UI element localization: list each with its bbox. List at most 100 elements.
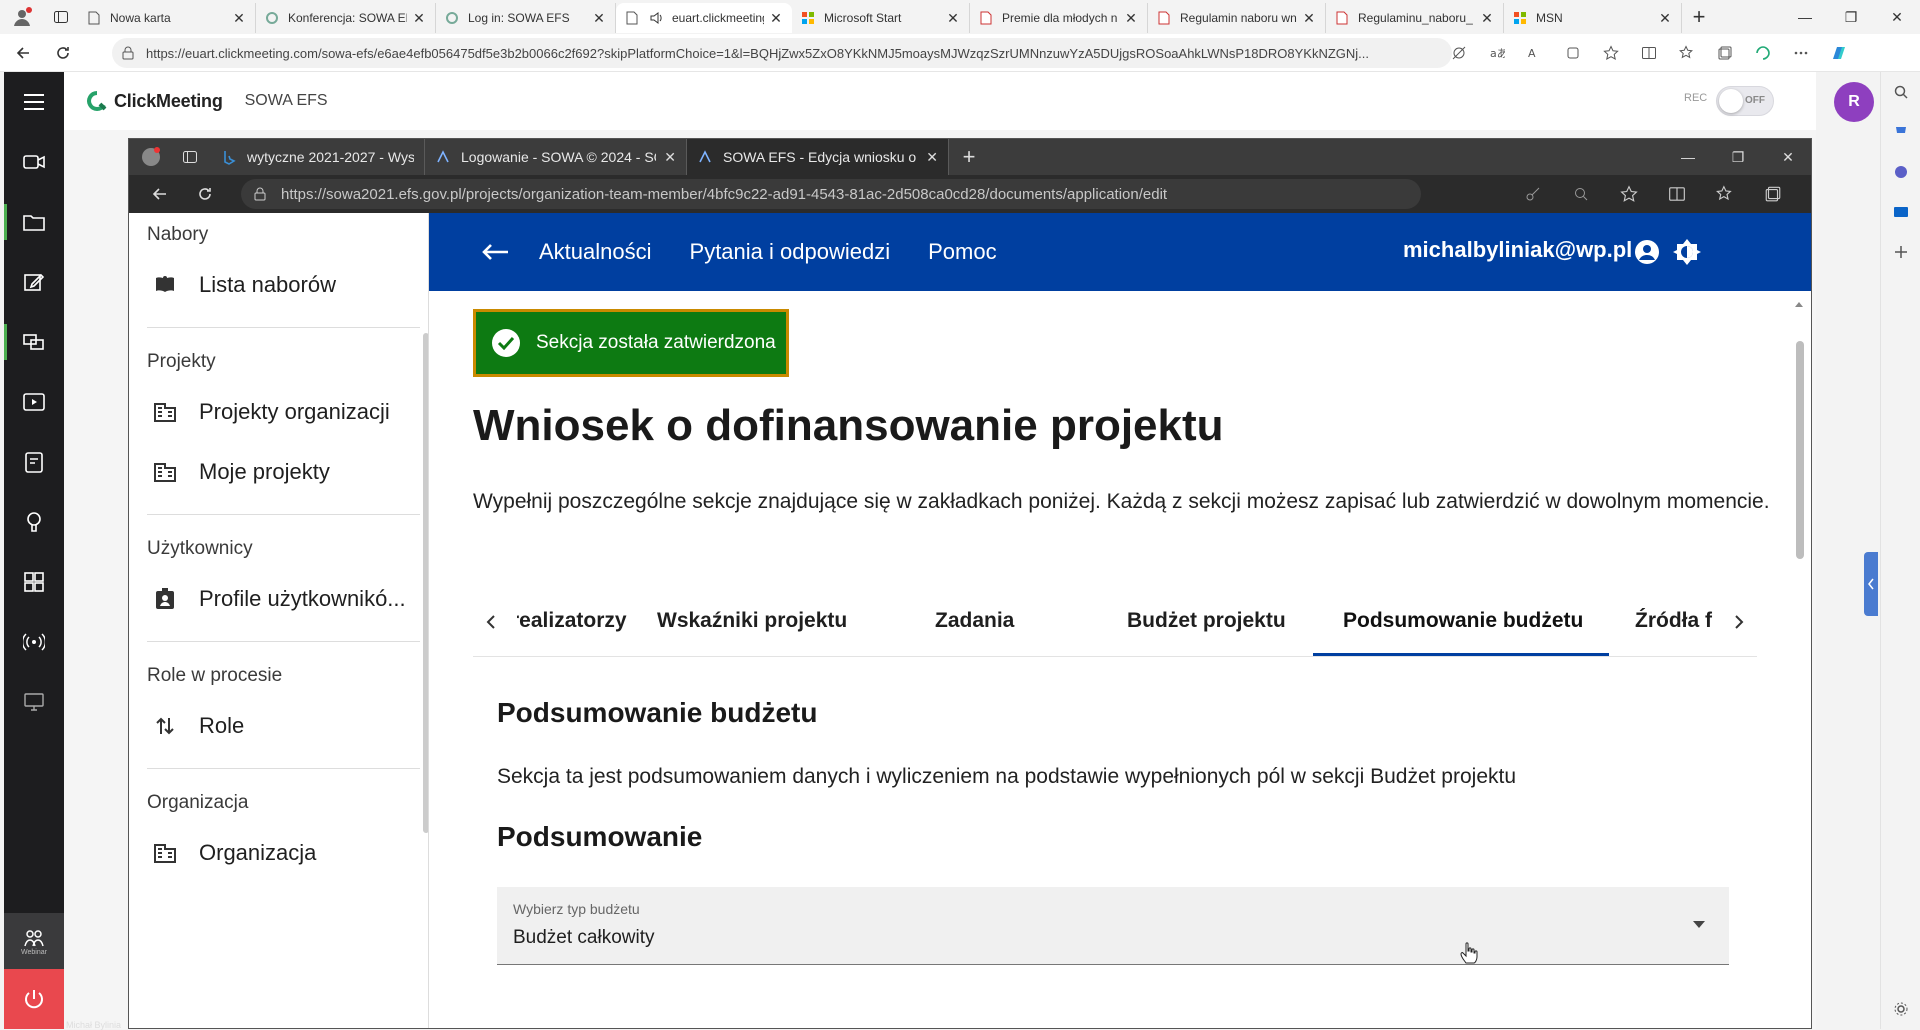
nav-pomoc[interactable]: Pomoc — [928, 239, 996, 265]
camera-icon[interactable] — [4, 132, 64, 192]
tab-realizatorzy[interactable]: realizatorzy — [517, 609, 627, 633]
sidebar-item-profile-uzytkownikow[interactable]: Profile użytkownikó... — [133, 569, 428, 629]
tools-icon[interactable] — [1881, 152, 1920, 192]
collections-icon[interactable] — [1706, 38, 1744, 68]
tab-budzet-projektu[interactable]: Budżet projektu — [1127, 609, 1286, 633]
lock-icon[interactable] — [122, 46, 134, 60]
shared-address-bar: https://sowa2021.efs.gov.pl/projects/org… — [129, 175, 1811, 213]
account-circle-icon[interactable] — [1633, 238, 1661, 266]
url-field[interactable]: https://euart.clickmeeting.com/sowa-efs/… — [112, 38, 1452, 68]
browser-essentials-icon[interactable] — [1744, 38, 1782, 68]
close-tab-icon[interactable]: ✕ — [1479, 10, 1495, 27]
browser-tab[interactable]: Regulaminu_naboru_ ✕ — [1326, 3, 1504, 33]
settings-gear-icon[interactable] — [1881, 989, 1920, 1029]
leave-power-button[interactable] — [4, 969, 64, 1029]
tab-podsumowanie-budzetu[interactable]: Podsumowanie budżetu — [1343, 609, 1583, 633]
close-tab-icon[interactable]: ✕ — [1657, 10, 1673, 27]
browser-tab[interactable]: Microsoft Start ✕ — [792, 3, 970, 33]
close-tab-icon[interactable]: ✕ — [591, 10, 607, 27]
sidebar-item-organizacja[interactable]: Organizacja — [133, 823, 428, 883]
files-icon[interactable] — [4, 192, 64, 252]
sidebar-item-lista-naborow[interactable]: Lista naborów — [133, 255, 428, 315]
recording-toggle[interactable]: OFF — [1716, 86, 1774, 116]
tab-zadania[interactable]: Zadania — [935, 609, 1014, 633]
favorite-star-icon[interactable] — [1592, 38, 1630, 68]
user-avatar[interactable]: R — [1834, 82, 1874, 122]
sidebar-item-label: Profile użytkownikó... — [199, 586, 406, 611]
sidebar-item-role[interactable]: Role — [133, 696, 428, 756]
back-icon[interactable] — [6, 36, 40, 70]
presentation-icon[interactable] — [4, 672, 64, 732]
main-scrollbar[interactable] — [1793, 299, 1805, 1019]
speaker-icon[interactable] — [648, 10, 664, 26]
webinar-mode-button[interactable]: Webinar — [4, 913, 64, 969]
back-arrow-icon[interactable] — [481, 242, 517, 262]
browser-tab[interactable]: MSN ✕ — [1504, 3, 1682, 33]
tab-wskazniki-projektu[interactable]: Wskaźniki projektu — [657, 609, 847, 633]
whiteboard-icon[interactable] — [4, 252, 64, 312]
restore-icon[interactable]: ❐ — [1828, 0, 1874, 34]
page-icon — [86, 10, 102, 26]
browser-tab[interactable]: Konferencja: SOWA EFS ✕ — [256, 3, 436, 33]
outlook-icon[interactable] — [1881, 192, 1920, 232]
menu-icon[interactable] — [4, 72, 64, 132]
translate-icon[interactable]: aあ — [1478, 38, 1516, 68]
browser-tab[interactable]: Nowa karta ✕ — [78, 3, 256, 33]
close-tab-icon[interactable]: ✕ — [231, 10, 247, 27]
minimize-icon[interactable]: — — [1782, 0, 1828, 34]
close-tab-icon[interactable]: ✕ — [1301, 10, 1317, 27]
shared-star-icon — [1605, 179, 1653, 209]
copilot-icon[interactable] — [1820, 38, 1858, 68]
favorites-icon[interactable] — [1668, 38, 1706, 68]
nav-pytania-i-odpowiedzi[interactable]: Pytania i odpowiedzi — [690, 239, 891, 265]
layout-icon[interactable] — [4, 552, 64, 612]
close-tab-icon[interactable]: ✕ — [1123, 10, 1139, 27]
shared-url-text: https://sowa2021.efs.gov.pl/projects/org… — [281, 185, 1168, 203]
extensions-icon[interactable] — [1554, 38, 1592, 68]
shared-profile-icon — [129, 146, 173, 168]
video-player-icon[interactable] — [4, 372, 64, 432]
tab-actions-icon[interactable] — [44, 0, 78, 34]
scroll-thumb[interactable] — [1796, 341, 1804, 559]
close-window-icon[interactable]: ✕ — [1874, 0, 1920, 34]
split-screen-icon[interactable] — [1630, 38, 1668, 68]
browser-tab-active[interactable]: euart.clickmeeting ✕ — [616, 3, 792, 33]
browser-tab-title: Log in: SOWA EFS — [468, 11, 570, 25]
reload-icon[interactable] — [46, 36, 80, 70]
close-tab-icon[interactable]: ✕ — [945, 10, 961, 27]
sidebar-item-moje-projekty[interactable]: Moje projekty — [133, 442, 428, 502]
search-icon[interactable] — [1881, 72, 1920, 112]
select-value: Budżet całkowity — [513, 927, 655, 948]
toggle-state: OFF — [1745, 95, 1765, 106]
tabs-scroll-right-icon[interactable] — [1729, 611, 1749, 633]
close-tab-icon[interactable]: ✕ — [768, 10, 784, 27]
tabs-scroll-left-icon[interactable] — [481, 611, 501, 633]
shared-back-icon — [135, 185, 185, 203]
svg-text:A: A — [1528, 47, 1536, 60]
screen-share-icon[interactable] — [4, 312, 64, 372]
add-app-icon[interactable] — [1881, 232, 1920, 272]
browser-tab[interactable]: Log in: SOWA EFS ✕ — [436, 3, 616, 33]
new-tab-button[interactable]: + — [1682, 2, 1716, 32]
sidebar-item-projekty-organizacji[interactable]: Projekty organizacji — [133, 382, 428, 442]
nav-aktualnosci[interactable]: Aktualności — [539, 239, 652, 265]
browser-tab[interactable]: Regulamin naboru wn ✕ — [1148, 3, 1326, 33]
theme-toggle-icon[interactable] — [1673, 238, 1701, 266]
more-icon[interactable] — [1782, 38, 1820, 68]
read-aloud-icon[interactable]: A — [1516, 38, 1554, 68]
broadcast-icon[interactable] — [4, 612, 64, 672]
tab-zrodla-finansowania[interactable]: Źródła f — [1635, 609, 1712, 633]
profile-icon[interactable] — [0, 0, 44, 34]
cta-icon[interactable] — [4, 492, 64, 552]
browser-tab[interactable]: Premie dla młodych n ✕ — [970, 3, 1148, 33]
budget-type-select[interactable]: Wybierz typ budżetu Budżet całkowity — [497, 887, 1729, 965]
shared-tab-title: Logowanie - SOWA © 2024 - SO — [461, 149, 657, 165]
polls-icon[interactable] — [4, 432, 64, 492]
tracking-icon[interactable] — [1440, 38, 1478, 68]
close-tab-icon[interactable]: ✕ — [411, 10, 427, 27]
user-email[interactable]: michalbyliniak@wp.pl — [1403, 237, 1632, 263]
sidebar-expand-handle[interactable] — [1864, 552, 1878, 616]
scroll-up-icon[interactable] — [1793, 299, 1805, 309]
shared-essentials-icon — [1797, 179, 1811, 209]
shopping-icon[interactable] — [1881, 112, 1920, 152]
